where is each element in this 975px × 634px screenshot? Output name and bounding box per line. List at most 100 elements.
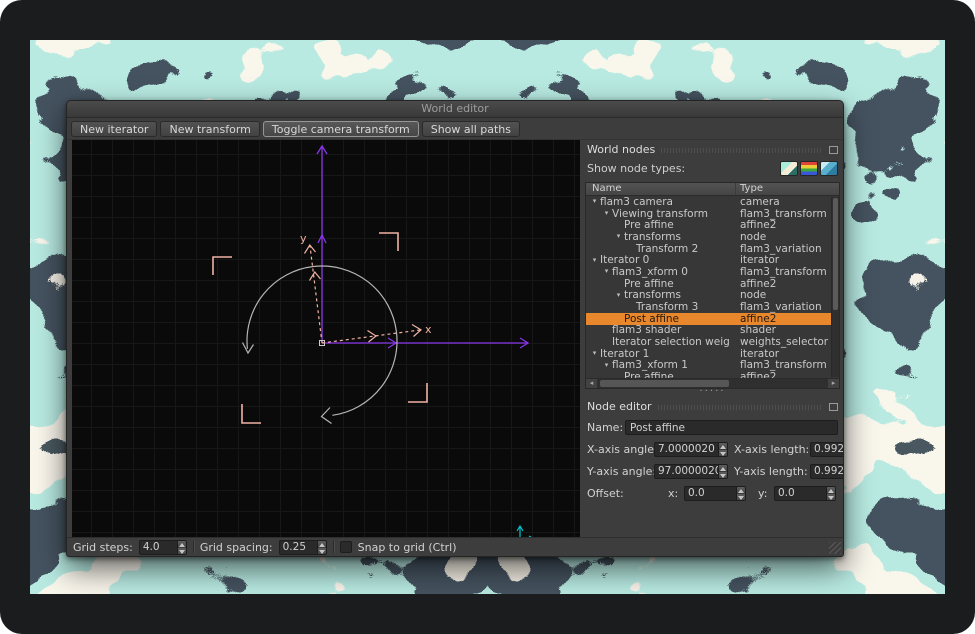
- dock-drag-handle[interactable]: [658, 405, 823, 410]
- expander-icon[interactable]: ▾: [601, 266, 612, 277]
- name-label: Name:: [587, 421, 625, 434]
- node-name-input[interactable]: [625, 420, 838, 435]
- dock-drag-handle[interactable]: [661, 148, 823, 153]
- show-node-types-label: Show node types:: [587, 162, 685, 175]
- grid-spacing-spinbox[interactable]: 0.25: [279, 540, 327, 555]
- tree-row-pre-affine-2[interactable]: Pre affine affine2: [586, 278, 839, 290]
- window-resize-grip[interactable]: [829, 542, 841, 554]
- offset-y-label: y:: [758, 487, 774, 500]
- world-editor-window: World editor New iterator New transform …: [66, 100, 844, 557]
- scrollbar-track[interactable]: [597, 379, 828, 388]
- tree-header: Name Type: [586, 183, 839, 196]
- toolbar: New iterator New transform Toggle camera…: [67, 118, 843, 140]
- cube-icon[interactable]: [820, 161, 838, 176]
- tree-row-iterator-selection-weights[interactable]: Iterator selection weig weights_selector: [586, 336, 839, 348]
- y-axis-length-label: Y-axis length:: [734, 465, 810, 478]
- tree-row-transforms-1[interactable]: ▾transforms node: [586, 231, 839, 243]
- tree-row-post-affine[interactable]: Post affine affine2: [586, 313, 839, 325]
- tree-row-viewing-transform[interactable]: ▾Viewing transform flam3_transform: [586, 208, 839, 220]
- canvas-drawing: x y: [72, 140, 580, 537]
- spin-down-icon[interactable]: [719, 471, 727, 478]
- panel-splitter-handle[interactable]: ·····: [585, 389, 840, 397]
- separator: [333, 541, 334, 553]
- spin-down-icon[interactable]: [737, 493, 745, 500]
- x-axis-angle-label: X-axis angle:: [587, 443, 654, 456]
- tree-row-flam3-xform-0[interactable]: ▾flam3_xform 0 flam3_transform: [586, 266, 839, 278]
- column-header-type[interactable]: Type: [736, 183, 839, 195]
- scrollbar-thumb[interactable]: [600, 380, 729, 387]
- offset-label: Offset:: [587, 487, 654, 500]
- scroll-left-button[interactable]: ◂: [586, 379, 597, 388]
- expander-icon[interactable]: ▾: [601, 360, 612, 371]
- node-editor-title: Node editor: [587, 400, 652, 413]
- tree-row-pre-affine-1[interactable]: Pre affine affine2: [586, 219, 839, 231]
- scrollbar-thumb[interactable]: [833, 198, 838, 310]
- tree-row-flam3-shader[interactable]: flam3 shader shader: [586, 325, 839, 337]
- expander-icon[interactable]: ▾: [589, 196, 600, 207]
- tree-row-iterator-1[interactable]: ▾Iterator 1 iterator: [586, 348, 839, 360]
- camera-axes: [317, 146, 528, 348]
- tree-row-pre-affine-3[interactable]: Pre affine affine2: [586, 371, 839, 378]
- column-header-name[interactable]: Name: [586, 183, 736, 195]
- canvas-viewport[interactable]: x y: [72, 140, 580, 537]
- float-panel-icon[interactable]: [829, 403, 838, 411]
- screen-bezel: World editor New iterator New transform …: [0, 0, 975, 634]
- tree-row-transforms-2[interactable]: ▾transforms node: [586, 290, 839, 302]
- tree-body: ▾flam3 camera camera ▾Viewing transform …: [586, 196, 839, 378]
- y-axis-length-spinbox[interactable]: 0.9925: [810, 464, 843, 479]
- tree-horizontal-scrollbar[interactable]: ◂ ▸: [586, 378, 839, 388]
- grid-steps-spinbox[interactable]: 4.0: [139, 540, 187, 555]
- x-axis-angle-spinbox[interactable]: 7.0000020: [654, 442, 728, 457]
- offset-x-label: x:: [668, 487, 684, 500]
- mini-axis-gizmo: [517, 526, 534, 537]
- spin-down-icon[interactable]: [178, 547, 186, 554]
- world-nodes-panel: World nodes Show node types:: [585, 140, 843, 537]
- grid-spacing-label: Grid spacing:: [200, 541, 273, 554]
- tree-row-flam3-xform-1[interactable]: ▾flam3_xform 1 flam3_transform: [586, 360, 839, 372]
- float-panel-icon[interactable]: [829, 146, 838, 154]
- y-axis-angle-label: Y-axis angle:: [587, 465, 654, 478]
- y-axis-angle-spinbox[interactable]: 97.0000020: [654, 464, 728, 479]
- snap-to-grid-checkbox[interactable]: [340, 541, 352, 553]
- snap-to-grid-label: Snap to grid (Ctrl): [358, 541, 457, 554]
- node-editor-header: Node editor: [585, 397, 840, 413]
- toggle-camera-transform-button[interactable]: Toggle camera transform: [263, 121, 419, 137]
- spin-down-icon[interactable]: [827, 493, 835, 500]
- offset-x-spinbox[interactable]: 0.0: [684, 486, 746, 501]
- scroll-right-button[interactable]: ▸: [828, 379, 839, 388]
- x-axis-length-spinbox[interactable]: 0.9925: [810, 442, 843, 457]
- world-nodes-title: World nodes: [587, 143, 655, 156]
- grid-steps-label: Grid steps:: [73, 541, 133, 554]
- tree-vertical-scrollbar[interactable]: [831, 197, 839, 377]
- expander-icon[interactable]: ▾: [589, 255, 600, 266]
- node-tree: Name Type ▾flam3 camera camera ▾Viewing …: [585, 182, 840, 389]
- tree-row-iterator-0[interactable]: ▾Iterator 0 iterator: [586, 254, 839, 266]
- palette-icon[interactable]: [800, 161, 818, 176]
- expander-icon[interactable]: ▾: [613, 231, 624, 242]
- node-type-filter-icons: [780, 161, 838, 176]
- thumbnail-icon[interactable]: [780, 161, 798, 176]
- grid-statusbar: Grid steps: 4.0 Grid spacing: 0.25 Snap …: [67, 537, 843, 556]
- tree-row-transform-2[interactable]: Transform 2 flam3_variation: [586, 243, 839, 255]
- x-axis-label: x: [425, 323, 432, 336]
- separator: [193, 541, 194, 553]
- expander-icon[interactable]: ▾: [589, 348, 600, 359]
- tree-row-transform-3[interactable]: Transform 3 flam3_variation: [586, 301, 839, 313]
- node-editor-form: Name: X-axis angle: 7.0000020 X-axis len…: [585, 413, 840, 501]
- offset-y-spinbox[interactable]: 0.0: [774, 486, 836, 501]
- tree-row-flam3-camera[interactable]: ▾flam3 camera camera: [586, 196, 839, 208]
- world-nodes-header: World nodes: [585, 140, 840, 156]
- window-titlebar[interactable]: World editor: [67, 101, 843, 118]
- expander-icon[interactable]: ▾: [613, 290, 624, 301]
- selection-corner-brackets[interactable]: [213, 233, 427, 423]
- x-axis-length-label: X-axis length:: [734, 443, 810, 456]
- y-axis-label: y: [300, 232, 307, 245]
- show-all-paths-button[interactable]: Show all paths: [422, 121, 520, 137]
- spin-down-icon[interactable]: [318, 547, 326, 554]
- expander-icon[interactable]: ▾: [601, 208, 612, 219]
- new-iterator-button[interactable]: New iterator: [71, 121, 157, 137]
- desktop: World editor New iterator New transform …: [30, 40, 945, 594]
- spin-down-icon[interactable]: [719, 449, 727, 456]
- new-transform-button[interactable]: New transform: [160, 121, 259, 137]
- node-type-filter-row: Show node types:: [585, 156, 840, 181]
